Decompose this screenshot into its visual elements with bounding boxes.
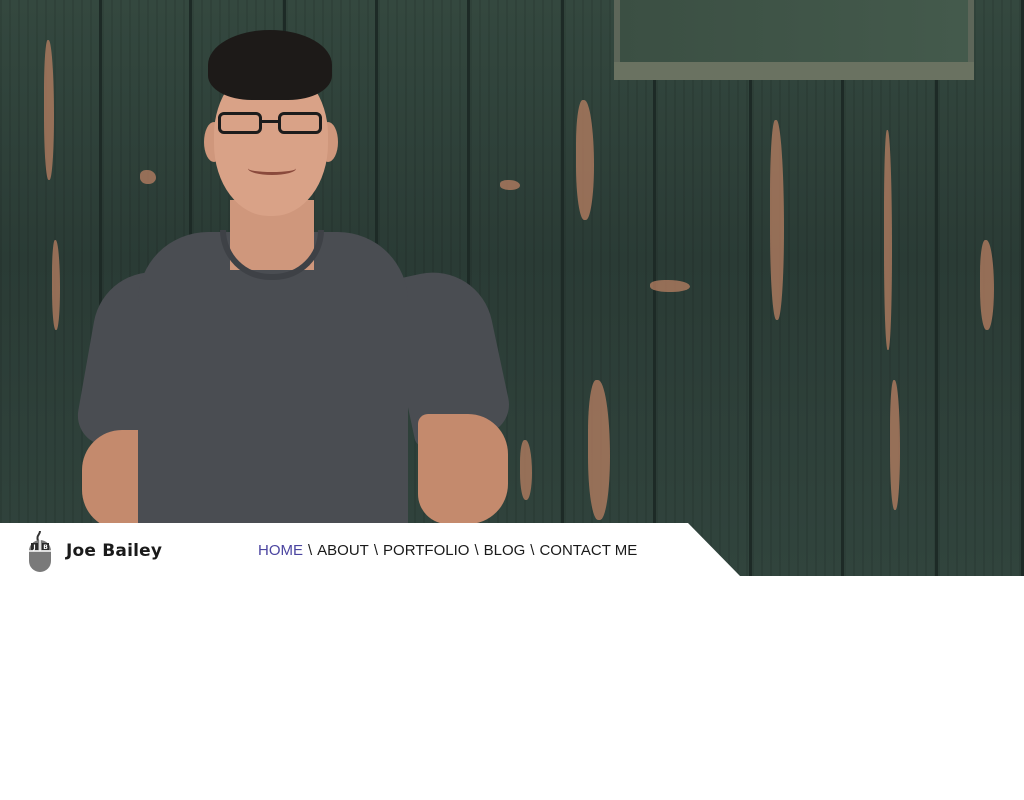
nav-blog[interactable]: BLOG bbox=[484, 542, 526, 559]
main-nav: HOME \ ABOUT \ PORTFOLIO \ BLOG \ CONTACT ME bbox=[258, 542, 637, 559]
nav-portfolio[interactable]: PORTFOLIO bbox=[383, 542, 469, 559]
nav-about[interactable]: ABOUT bbox=[317, 542, 369, 559]
nav-separator: \ bbox=[308, 542, 313, 559]
navigation-bar: J B Joe Bailey HOME \ ABOUT \ PORTFOLIO \ BLOG… bbox=[0, 523, 740, 576]
site-title[interactable]: Joe Bailey bbox=[66, 541, 162, 561]
portrait-person bbox=[73, 30, 518, 576]
logo-initial-b: B bbox=[43, 544, 48, 551]
window-frame bbox=[614, 0, 974, 80]
nav-home[interactable]: HOME bbox=[258, 542, 303, 559]
nav-separator: \ bbox=[530, 542, 535, 559]
nav-separator: \ bbox=[373, 542, 379, 559]
hero-photo bbox=[0, 0, 1024, 576]
logo-initial-j: J bbox=[32, 544, 35, 551]
computer-mouse-icon[interactable]: J B bbox=[26, 529, 54, 573]
nav-contact[interactable]: CONTACT ME bbox=[539, 542, 637, 559]
nav-separator: \ bbox=[474, 542, 479, 559]
